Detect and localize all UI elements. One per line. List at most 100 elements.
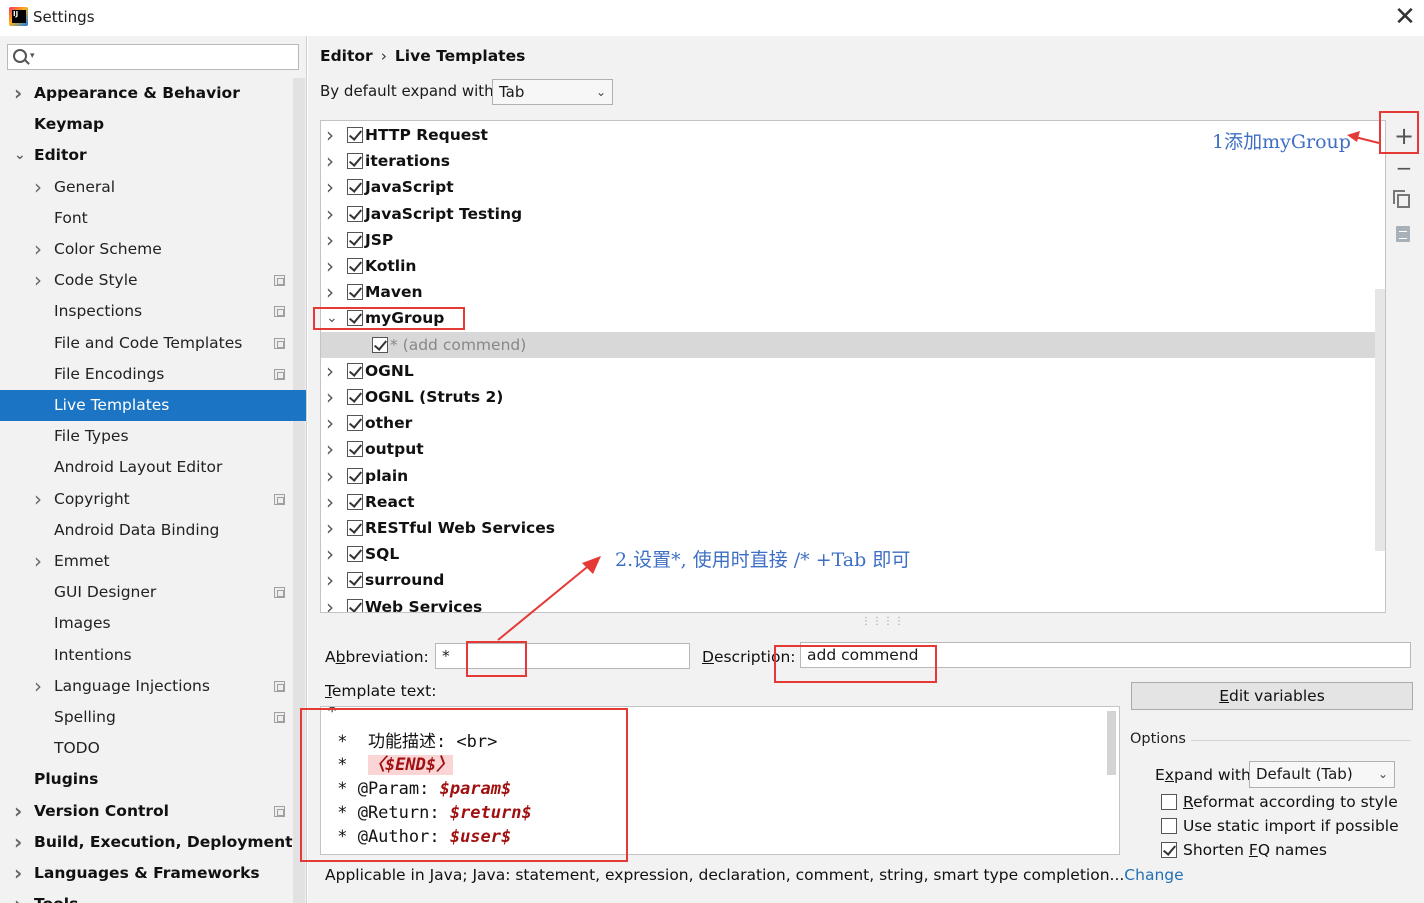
sidebar-item[interactable]: TODO (0, 733, 292, 764)
chevron-right-icon[interactable]: › (326, 567, 334, 593)
template-group-checkbox[interactable] (347, 310, 363, 327)
chevron-right-icon[interactable]: › (326, 358, 334, 384)
sidebar-item[interactable]: Live Templates (0, 390, 306, 421)
template-group[interactable]: › React (321, 489, 1375, 515)
sidebar-item[interactable]: ⌄ Editor (0, 140, 292, 171)
chevron-right-icon[interactable]: › (326, 253, 334, 279)
chevron-right-icon[interactable]: › (326, 436, 334, 462)
sidebar-item[interactable]: GUI Designer (0, 577, 292, 608)
template-group-checkbox[interactable] (347, 520, 363, 536)
sidebar-item[interactable]: File Types (0, 421, 292, 452)
template-group[interactable]: › output (321, 436, 1375, 462)
chevron-right-icon[interactable]: › (326, 594, 334, 612)
remove-icon[interactable]: − (1394, 158, 1414, 178)
template-group[interactable]: › Web Services (321, 594, 1375, 612)
template-item-checkbox[interactable] (372, 336, 388, 353)
template-text-editor[interactable]: * * 功能描述: <br> * 〈$END$〉 * @Param: $para… (320, 706, 1120, 855)
chevron-right-icon[interactable]: › (326, 122, 334, 148)
abbreviation-input[interactable]: * (435, 643, 690, 669)
sidebar-item[interactable]: File Encodings (0, 359, 292, 390)
template-group[interactable]: › OGNL (Struts 2) (321, 384, 1375, 410)
restore-icon[interactable] (1396, 226, 1410, 242)
chevron-right-icon[interactable]: › (326, 384, 334, 410)
chevron-right-icon[interactable]: › (326, 201, 334, 227)
sidebar-item[interactable]: Plugins (0, 764, 292, 795)
sidebar-item[interactable]: › Copyright (0, 484, 292, 515)
close-icon[interactable]: ✕ (1392, 2, 1418, 32)
sidebar-item[interactable]: › Languages & Frameworks (0, 858, 292, 889)
sidebar-item[interactable]: File and Code Templates (0, 328, 292, 359)
sidebar-item[interactable]: › General (0, 172, 292, 203)
chevron-right-icon[interactable]: › (34, 671, 42, 702)
sidebar-item[interactable]: › Build, Execution, Deployment (0, 827, 293, 858)
sidebar-item[interactable]: › Version Control (0, 796, 292, 827)
template-group-checkbox[interactable] (347, 205, 363, 222)
template-group-checkbox[interactable] (347, 153, 363, 170)
template-group[interactable]: › JavaScript (321, 174, 1375, 200)
template-group[interactable]: › other (321, 410, 1375, 436)
template-group-checkbox[interactable] (347, 284, 363, 301)
template-group-checkbox[interactable] (347, 598, 363, 612)
editor-scrollbar[interactable] (1107, 711, 1116, 775)
edit-variables-button[interactable]: Edit variables (1131, 682, 1413, 710)
chevron-right-icon[interactable]: › (34, 546, 42, 577)
sidebar-item[interactable]: › Appearance & Behavior (0, 78, 292, 109)
template-group-checkbox[interactable] (347, 546, 363, 563)
add-icon[interactable]: + (1394, 124, 1414, 148)
chevron-right-icon[interactable]: › (14, 858, 22, 889)
template-group-checkbox[interactable] (347, 179, 363, 196)
chevron-down-icon[interactable]: ⌄ (326, 305, 338, 331)
template-group[interactable]: › RESTful Web Services (321, 515, 1375, 541)
static-import-checkbox[interactable] (1161, 818, 1177, 834)
sidebar-item[interactable]: › Code Style (0, 265, 292, 296)
sidebar-item[interactable]: Android Layout Editor (0, 452, 292, 483)
breadcrumb-editor[interactable]: Editor (320, 47, 373, 65)
chevron-right-icon[interactable]: › (326, 489, 334, 515)
chevron-right-icon[interactable]: › (326, 279, 334, 305)
sidebar-item[interactable]: › Emmet (0, 546, 292, 577)
template-item[interactable]: * (add commend) (321, 331, 1375, 358)
template-group[interactable]: › OGNL (321, 358, 1375, 384)
template-group-checkbox[interactable] (347, 258, 363, 274)
sidebar-item[interactable]: › Language Injections (0, 671, 292, 702)
chevron-right-icon[interactable]: › (326, 227, 334, 253)
template-group-checkbox[interactable] (347, 572, 363, 589)
sidebar-item[interactable]: › Tools (0, 889, 292, 903)
chevron-right-icon[interactable]: › (14, 796, 22, 827)
chevron-right-icon[interactable]: › (34, 234, 42, 265)
template-group-checkbox[interactable] (347, 362, 363, 379)
change-link[interactable]: Change (1124, 866, 1183, 884)
chevron-right-icon[interactable]: › (34, 265, 42, 296)
template-group-checkbox[interactable] (347, 441, 363, 458)
template-list-scrollbar[interactable] (1375, 289, 1385, 551)
chevron-right-icon[interactable]: › (14, 889, 22, 903)
chevron-right-icon[interactable]: › (326, 410, 334, 436)
template-group[interactable]: › JSP (321, 227, 1375, 253)
sidebar-item[interactable]: Keymap (0, 109, 292, 140)
sidebar-item[interactable]: Inspections (0, 296, 292, 327)
sidebar-item[interactable]: Intentions (0, 640, 292, 671)
sidebar-item[interactable]: › Color Scheme (0, 234, 292, 265)
default-expand-select[interactable]: Tab ⌄ (492, 79, 613, 105)
reformat-checkbox[interactable] (1161, 794, 1177, 810)
template-group[interactable]: › plain (321, 463, 1375, 489)
template-group-checkbox[interactable] (347, 127, 363, 143)
shorten-fq-checkbox[interactable] (1161, 842, 1177, 858)
chevron-right-icon[interactable]: › (14, 827, 22, 858)
template-group-checkbox[interactable] (347, 231, 363, 248)
template-group-checkbox[interactable] (347, 467, 363, 484)
description-input[interactable]: add commend (800, 642, 1411, 668)
chevron-right-icon[interactable]: › (34, 172, 42, 203)
template-group[interactable]: › JavaScript Testing (321, 201, 1375, 227)
settings-search-input[interactable]: ▾ (7, 44, 299, 70)
sidebar-item[interactable]: Android Data Binding (0, 515, 292, 546)
chevron-right-icon[interactable]: › (326, 515, 334, 541)
template-group-checkbox[interactable] (347, 493, 363, 510)
sidebar-item[interactable]: Font (0, 203, 292, 234)
search-dropdown-icon[interactable]: ▾ (30, 51, 35, 61)
chevron-right-icon[interactable]: › (326, 541, 334, 567)
chevron-right-icon[interactable]: › (326, 174, 334, 200)
template-group[interactable]: ⌄ myGroup (321, 305, 1375, 331)
template-group[interactable]: › Kotlin (321, 253, 1375, 279)
sidebar-scrollbar[interactable] (293, 78, 305, 903)
